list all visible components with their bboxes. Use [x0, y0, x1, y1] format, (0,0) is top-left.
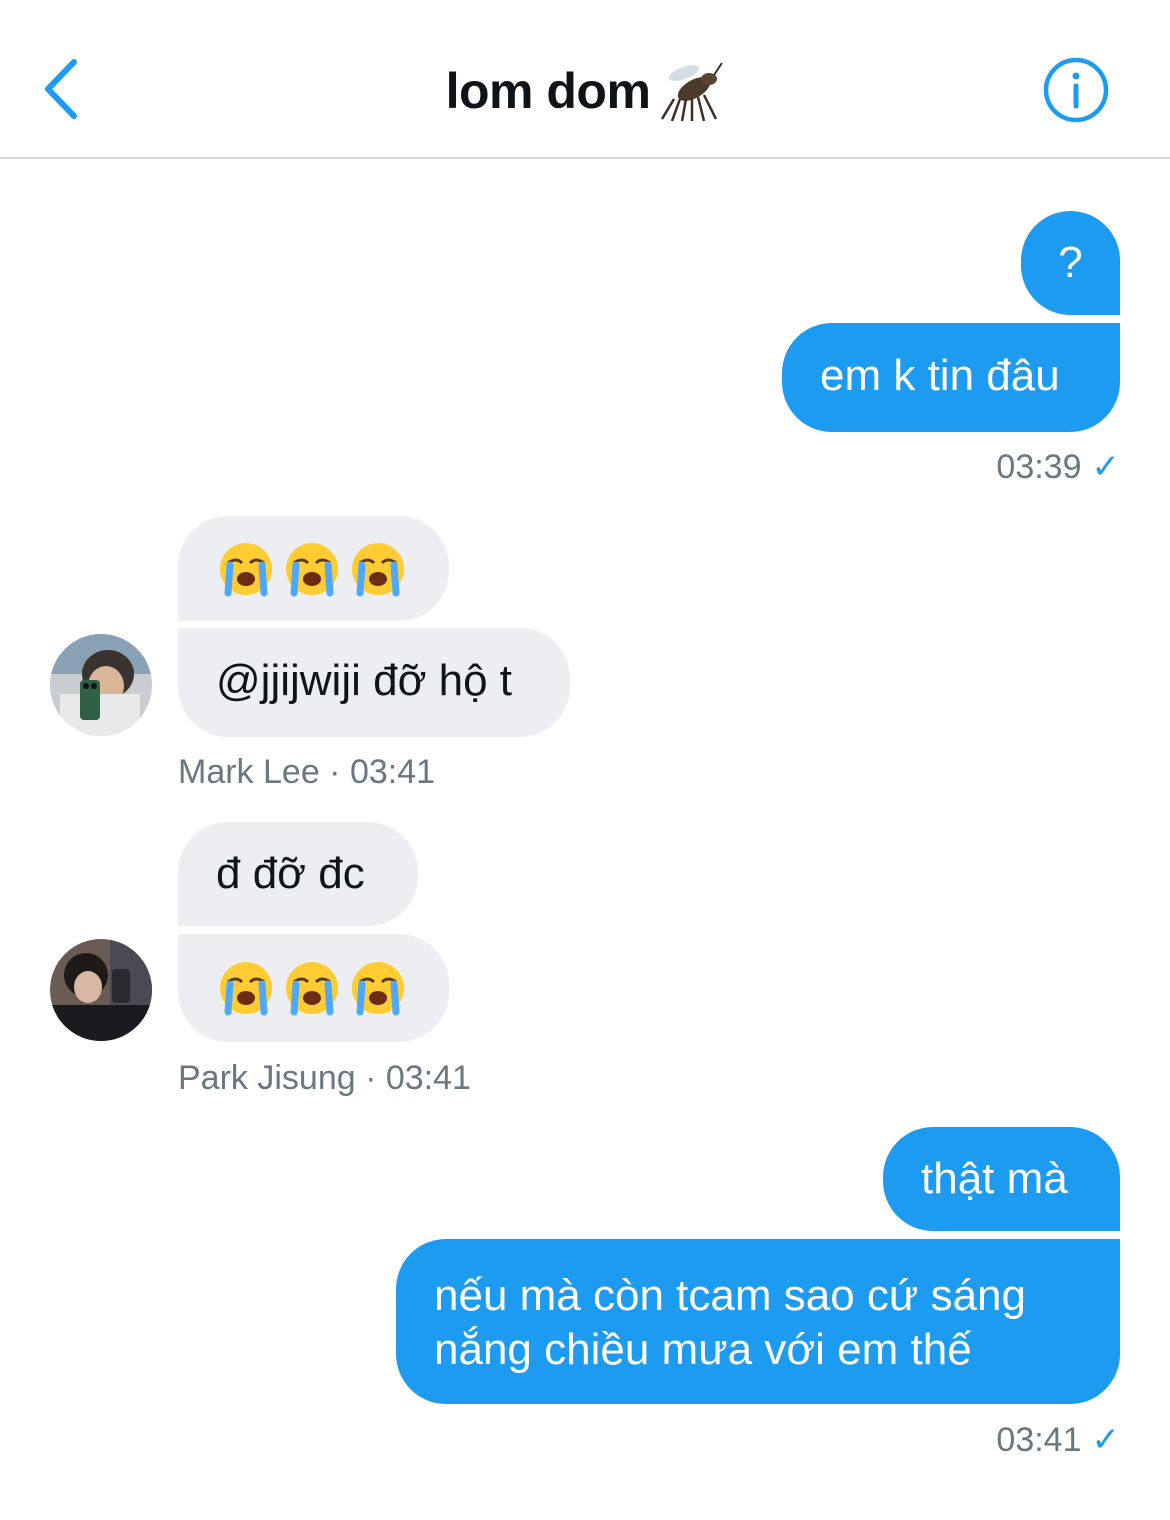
meta-separator: · [319, 753, 350, 791]
message-bubble-outgoing[interactable]: ? [1021, 211, 1120, 315]
conversation-header: lom dom [0, 0, 1170, 159]
timestamp-text: 03:41 [349, 753, 436, 791]
conversation-title[interactable]: lom dom [0, 58, 1170, 123]
message-timestamp: 03:39 ✓ [996, 447, 1120, 487]
emoji-row [218, 934, 449, 1042]
info-icon [1043, 57, 1109, 123]
message-sender-time: Mark Lee · 03:41 [178, 753, 435, 792]
message-text-line: nếu mà còn tcam sao cứ sáng [434, 1271, 1026, 1320]
avatar-park-jisung[interactable] [50, 939, 152, 1041]
sender-name: Park Jisung [178, 1059, 356, 1097]
message-bubble-incoming[interactable] [178, 516, 449, 621]
sent-check-icon: ✓ [1091, 448, 1121, 486]
timestamp-text: 03:41 [996, 1421, 1082, 1459]
message-text: @jjijwiji đỡ hộ t [216, 656, 513, 705]
message-sender-time: Park Jisung · 03:41 [178, 1059, 471, 1098]
message-bubble-incoming[interactable]: @jjijwiji đỡ hộ t [178, 628, 570, 737]
emoji-row [218, 516, 449, 621]
avatar-mark-lee[interactable] [50, 634, 152, 736]
message-text-line: nắng chiều mưa với em thế [434, 1325, 972, 1374]
avatar-image [50, 939, 152, 1041]
message-bubble-incoming[interactable] [178, 934, 449, 1042]
timestamp-text: 03:39 [996, 448, 1082, 486]
message-text: em k tin đâu [820, 351, 1060, 400]
loudly-crying-face-icon [352, 542, 404, 596]
message-text: đ đỡ đc [216, 849, 365, 898]
message-bubble-outgoing[interactable]: thật mà [883, 1127, 1120, 1231]
loudly-crying-face-icon [352, 962, 404, 1016]
message-bubble-outgoing[interactable]: nếu mà còn tcam sao cứ sáng nắng chiều m… [396, 1239, 1120, 1404]
message-bubble-incoming[interactable]: đ đỡ đc [178, 822, 418, 926]
meta-separator: · [355, 1059, 386, 1097]
loudly-crying-face-icon [286, 962, 338, 1016]
info-button[interactable] [1042, 56, 1110, 124]
message-bubble-outgoing[interactable]: em k tin đâu [782, 323, 1120, 432]
loudly-crying-face-icon [286, 542, 338, 596]
sent-check-icon: ✓ [1091, 1421, 1121, 1459]
timestamp-text: 03:41 [385, 1059, 471, 1097]
mosquito-icon [661, 62, 724, 122]
message-text: ? [1058, 238, 1083, 287]
message-timestamp: 03:41 ✓ [996, 1420, 1120, 1460]
message-text: thật mà [921, 1154, 1068, 1203]
loudly-crying-face-icon [220, 962, 272, 1016]
avatar-image [50, 634, 152, 736]
sender-name: Mark Lee [178, 753, 320, 791]
loudly-crying-face-icon [220, 542, 272, 596]
conversation-title-text: lom dom [445, 62, 651, 119]
